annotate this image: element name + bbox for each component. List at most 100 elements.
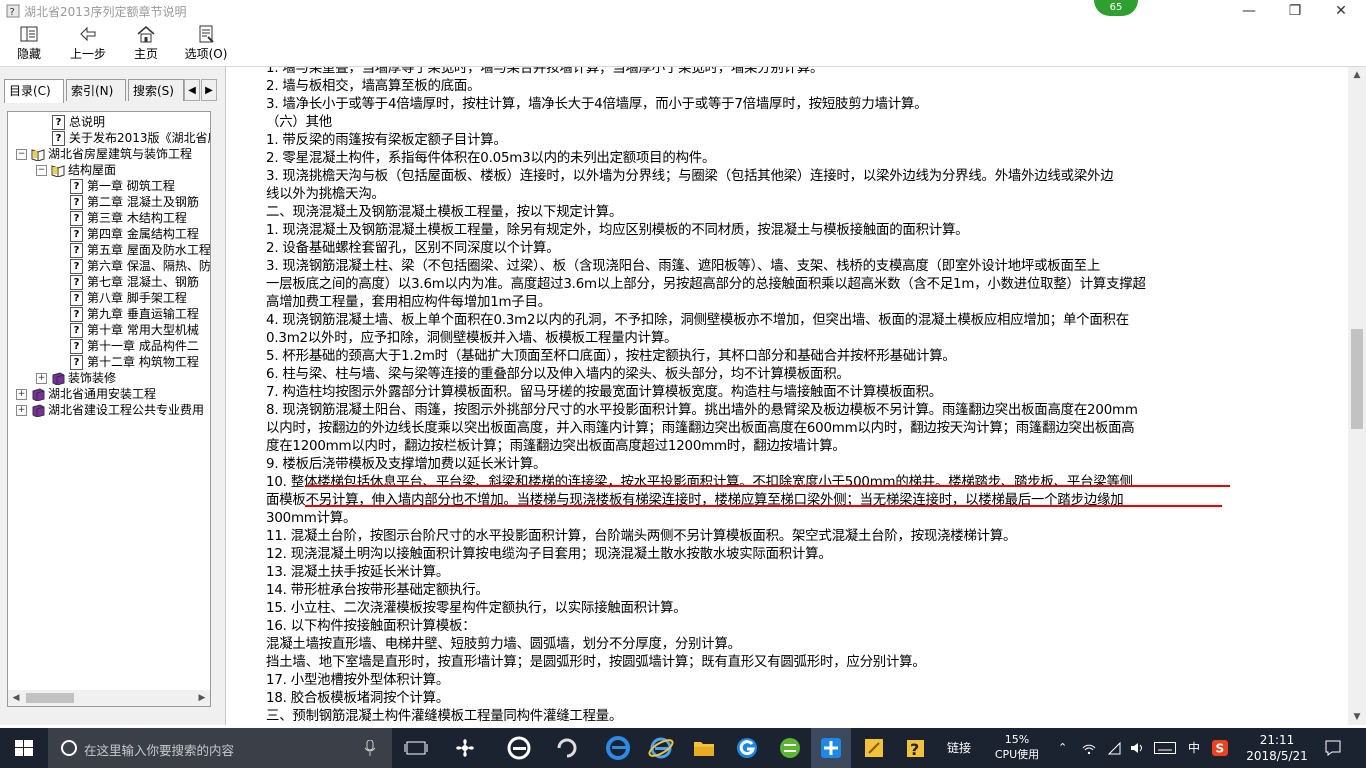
scrollbar-thumb[interactable] xyxy=(1351,329,1363,429)
content-line: 9. 楼板后浇带模板及支撑增加费以延长米计算。 xyxy=(266,457,547,472)
keyboard-icon[interactable] xyxy=(1154,742,1176,754)
tree-item[interactable]: + 装饰装修 xyxy=(36,370,116,386)
taskbar-link-label[interactable]: 链接 xyxy=(947,728,971,768)
start-button[interactable] xyxy=(0,728,48,768)
network-icon[interactable] xyxy=(1082,741,1096,755)
help-app-icon[interactable]: ? xyxy=(902,734,930,762)
tree-item[interactable]: ? 第七章 混凝土、钢筋 xyxy=(70,274,199,290)
tree-item[interactable]: ? 第八章 脚手架工程 xyxy=(70,290,187,306)
content-line: 度在1200mm以内时，翻边按栏板计算；雨篷翻边突出板面高度超过1200mm时，… xyxy=(266,439,846,454)
nav-tabs: 目录(C) 索引(N) 搜索(S) ◀ ▶ xyxy=(4,79,222,103)
help-topic-icon: ? xyxy=(70,291,83,306)
green-app-icon[interactable] xyxy=(776,734,804,762)
tab-scroll-left-button[interactable]: ◀ xyxy=(184,79,200,101)
home-button[interactable]: 主页 xyxy=(121,24,171,64)
refresh-app-icon[interactable] xyxy=(553,734,581,762)
scroll-up-icon[interactable]: ▲ xyxy=(1348,67,1366,83)
tab-contents[interactable]: 目录(C) xyxy=(4,79,64,103)
expand-icon[interactable]: + xyxy=(16,389,27,400)
action-center-icon[interactable] xyxy=(1324,739,1342,757)
open-book-icon xyxy=(51,165,65,177)
scroll-right-icon[interactable]: ▶ xyxy=(194,690,210,706)
ie-browser-icon[interactable] xyxy=(647,734,675,762)
collapse-icon[interactable]: − xyxy=(16,149,27,160)
cpu-label: CPU使用 xyxy=(994,748,1040,761)
scroll-down-icon[interactable]: ▼ xyxy=(1348,709,1366,725)
fan-app-icon[interactable] xyxy=(451,734,479,762)
tree-item[interactable]: ? 关于发布2013版《湖北省房屋 xyxy=(52,130,210,146)
file-explorer-icon[interactable] xyxy=(690,734,718,762)
tree-item-label: 第六章 保温、隔热、防 xyxy=(87,259,211,273)
tree-item[interactable]: ? 第十二章 构筑物工程 xyxy=(70,354,199,370)
tree-item[interactable]: ? 第一章 砌筑工程 xyxy=(70,178,175,194)
edge-blue-icon[interactable] xyxy=(604,734,632,762)
options-button[interactable]: 选项(O) xyxy=(180,24,232,64)
tree-item[interactable]: ? 第十章 常用大型机械 xyxy=(70,322,199,338)
content-line: 3. 墙净长小于或等于4倍墙厚时，按柱计算，墙净长大于4倍墙厚，而小于或等于7倍… xyxy=(266,97,928,112)
tree-item[interactable]: ? 第四章 金属结构工程 xyxy=(70,226,199,242)
tree-item[interactable]: ? 第六章 保温、隔热、防 xyxy=(70,258,211,274)
ime-indicator[interactable]: 中 xyxy=(1188,728,1200,768)
content-line: 12. 现浇混凝土明沟以接触面积计算按电缆沟子目套用；现浇混凝土散水按散水坡实际… xyxy=(266,547,832,562)
tree-item[interactable]: + 湖北省建设工程公共专业费用 xyxy=(16,402,204,418)
tree-horizontal-scrollbar[interactable]: ◀ ▶ xyxy=(7,690,211,707)
tree-item[interactable]: ? 总说明 xyxy=(52,114,105,130)
tree-item[interactable]: − 湖北省房屋建筑与装饰工程 xyxy=(16,146,192,162)
tree-item[interactable]: − 结构屋面 xyxy=(36,162,117,178)
notes-app-icon[interactable] xyxy=(860,734,888,762)
tree-item-label: 第十章 常用大型机械 xyxy=(87,323,199,337)
tab-index[interactable]: 索引(N) xyxy=(66,79,126,101)
tree-item[interactable]: ? 第九章 垂直运输工程 xyxy=(70,306,199,322)
content-line: 二、现浇混凝土及钢筋混凝土模板工程量，按以下规定计算。 xyxy=(266,205,623,220)
content-line: 10. 整体楼梯包括休息平台、平台梁、斜梁和楼梯的连接梁，按水平投影面积计算。不… xyxy=(266,475,1133,490)
tree-item-label: 湖北省房屋建筑与装饰工程 xyxy=(48,147,193,161)
help-topic-icon: ? xyxy=(70,243,83,258)
sogou-ime-icon[interactable]: S xyxy=(1212,740,1228,756)
minimize-button[interactable]: — xyxy=(1226,0,1272,22)
cpu-meter: 15% CPU使用 xyxy=(990,732,1044,764)
clock[interactable]: 21:11 2018/5/21 xyxy=(1242,732,1312,764)
task-view-icon[interactable] xyxy=(402,734,430,762)
remote-app-icon[interactable] xyxy=(817,734,845,762)
expand-icon[interactable]: + xyxy=(16,405,27,416)
microphone-icon[interactable] xyxy=(364,740,376,756)
svg-text:S: S xyxy=(1216,742,1225,756)
content-line: 6. 柱与梁、柱与墙、梁与梁等连接的重叠部分以及伸入墙内的梁头、板头部分，均不计… xyxy=(266,367,850,382)
volume-icon[interactable] xyxy=(1130,741,1146,755)
restore-button[interactable]: ❐ xyxy=(1272,0,1318,22)
collapse-icon[interactable]: − xyxy=(36,165,47,176)
expand-icon[interactable]: + xyxy=(36,373,47,384)
edge-browser-icon[interactable] xyxy=(505,734,533,762)
scroll-left-icon[interactable]: ◀ xyxy=(8,690,24,706)
hide-button[interactable]: 隐藏 xyxy=(4,24,54,64)
tree-item[interactable]: ? 第五章 屋面及防水工程 xyxy=(70,242,210,258)
tab-scroll-right-button[interactable]: ▶ xyxy=(201,79,217,101)
red-underline-annotation xyxy=(305,485,1230,487)
content-line: 2. 零星混凝土构件，系指每件体积在0.05m3以内的未列出定额项目的构件。 xyxy=(266,151,716,166)
back-button[interactable]: 上一步 xyxy=(63,24,113,64)
browser-g-icon[interactable] xyxy=(733,734,761,762)
svg-text:?: ? xyxy=(10,7,15,18)
wifi-icon[interactable] xyxy=(1107,741,1121,755)
content-line: 16. 以下构件按接触面积计算模板： xyxy=(266,619,476,634)
help-topic-icon: ? xyxy=(70,211,83,226)
tree-item-label: 第九章 垂直运输工程 xyxy=(87,307,199,321)
scrollbar-thumb[interactable] xyxy=(26,693,74,703)
content-line: 300mm计算。 xyxy=(266,511,357,526)
help-topic-icon: ? xyxy=(52,131,65,146)
tree-item[interactable]: ? 第二章 混凝土及钢筋 xyxy=(70,194,199,210)
tree-item[interactable]: ? 第十一章 成品构件二 xyxy=(70,338,199,354)
document-content: 1. 墙与梁重叠，当墙厚等于梁宽时，墙与梁合并按墙计算；当墙厚小于梁宽时，墙梁分… xyxy=(226,67,1348,725)
tree-item[interactable]: + 湖北省通用安装工程 xyxy=(16,386,156,402)
content-line: 面模板不另计算，伸入墙内部分也不增加。当楼梯与现浇楼板有梯梁连接时，楼梯应算至梯… xyxy=(266,493,1124,508)
tree-item-label: 关于发布2013版《湖北省房屋 xyxy=(69,131,210,145)
chevron-up-icon[interactable]: ⌃ xyxy=(1058,728,1067,768)
tree-item[interactable]: ? 第三章 木结构工程 xyxy=(70,210,187,226)
content-line: 8. 现浇钢筋混凝土阳台、雨篷，按图示外挑部分尺寸的水平投影面积计算。挑出墙外的… xyxy=(266,403,1138,418)
tab-search[interactable]: 搜索(S) xyxy=(128,79,184,101)
content-vertical-scrollbar[interactable]: ▲ ▼ xyxy=(1348,67,1366,725)
taskbar-search-box[interactable]: 在这里输入你要搜索的内容 xyxy=(48,728,392,768)
close-button[interactable]: ✕ xyxy=(1318,0,1364,22)
content-line: 17. 小型池槽按外型体积计算。 xyxy=(266,673,450,688)
closed-book-icon xyxy=(32,404,45,417)
